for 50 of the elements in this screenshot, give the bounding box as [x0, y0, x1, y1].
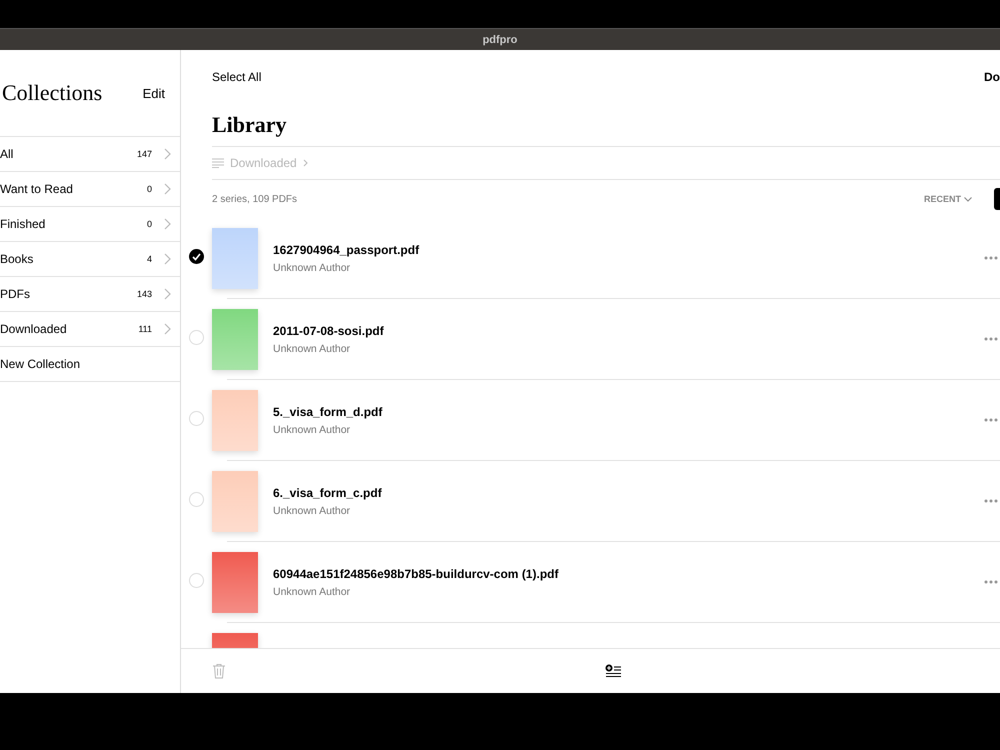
pdf-author: Unknown Author [273, 586, 352, 598]
pdf-title: 1627904964_passport.pdf [273, 242, 420, 256]
item-count: 4 [146, 254, 152, 264]
more-icon[interactable] [984, 580, 998, 584]
pdf-title: 5._visa_form_d.pdf [273, 404, 384, 418]
chevron-icon [164, 323, 172, 335]
collection-item[interactable]: Want to Read [0, 182, 147, 196]
more-icon[interactable] [984, 499, 998, 503]
trash-icon[interactable] [212, 663, 226, 679]
pdf-title: 2011-07-08-sosi.pdf [273, 324, 385, 338]
library-summary: 2 series, 109 PDFs [212, 194, 298, 204]
pdf-title: 6._visa_form_c.pdf [273, 486, 383, 500]
view-toggle-icon[interactable] [994, 188, 1000, 210]
item-count: 143 [136, 289, 152, 299]
sort-button[interactable]: RECENT [918, 193, 978, 205]
collection-item[interactable]: Downloaded [0, 322, 138, 336]
pdf-author: Unknown Author [273, 262, 352, 274]
pdf-author: Unknown Author [273, 424, 352, 436]
list-icon [212, 158, 224, 168]
item-count: 111 [138, 324, 152, 334]
select-all-link[interactable]: Select All [212, 70, 262, 84]
caret-icon [964, 196, 972, 202]
pdf-author: Unknown Author [273, 342, 352, 354]
collection-item[interactable]: All [0, 147, 137, 161]
collection-item[interactable]: PDFs [0, 287, 137, 301]
chevron-icon [164, 183, 172, 195]
chevron-icon [302, 159, 308, 167]
more-icon[interactable] [984, 418, 998, 422]
add-to-list-icon[interactable] [605, 664, 621, 678]
pdf-title: 60944ae151f24856e98b7b85-buildurcv-com (1).pdf [273, 566, 560, 580]
collections-title: Collections [2, 80, 102, 106]
collection-item[interactable]: Finished [0, 217, 147, 231]
collection-item[interactable]: Books [0, 252, 147, 266]
chevron-icon [164, 253, 172, 265]
chevron-icon [164, 218, 172, 230]
chevron-icon [164, 148, 172, 160]
item-count: 0 [146, 219, 152, 229]
new-collection-item[interactable]: New Collection [0, 357, 180, 371]
pdf-cover[interactable] [212, 552, 258, 612]
item-count: 147 [136, 149, 152, 159]
selection-circle[interactable] [189, 249, 204, 264]
more-icon[interactable] [984, 337, 998, 341]
item-count: 0 [146, 184, 152, 194]
pdf-author: Unknown Author [273, 504, 352, 516]
edit-button[interactable]: Edit [142, 86, 165, 100]
window-title: pdfpro [482, 34, 518, 46]
more-icon[interactable] [984, 256, 998, 260]
library-title: Library [212, 111, 288, 139]
chevron-icon [164, 288, 172, 300]
done-link[interactable]: Do [984, 70, 1000, 84]
